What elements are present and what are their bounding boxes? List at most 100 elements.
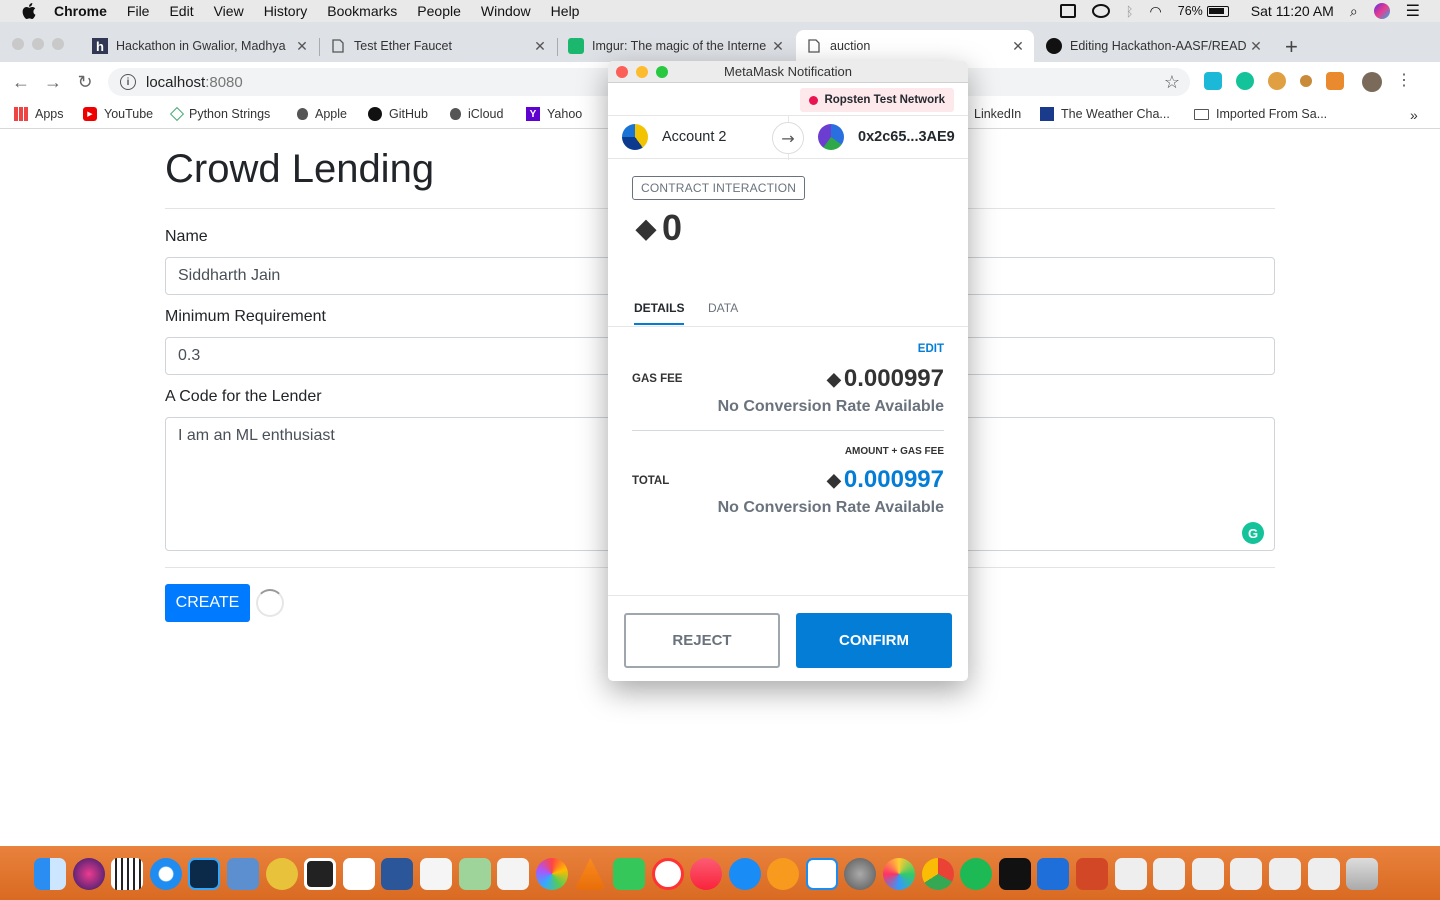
metamask-fox-icon[interactable] (1326, 72, 1344, 90)
extension-icon[interactable] (1300, 75, 1312, 87)
pinwheel-icon[interactable] (883, 858, 916, 890)
system-preferences-icon[interactable] (844, 858, 877, 890)
bookmark-weather[interactable]: The Weather Cha... (1040, 107, 1170, 121)
textedit-icon[interactable] (497, 858, 530, 890)
preview-icon[interactable] (226, 858, 259, 890)
tab-details[interactable]: DETAILS (634, 301, 685, 325)
word-icon[interactable] (381, 858, 414, 890)
document-thumbnail-icon[interactable] (1153, 858, 1186, 890)
document-thumbnail-icon[interactable] (1114, 858, 1147, 890)
close-tab-icon[interactable]: ✕ (1248, 38, 1264, 55)
bookmark-youtube[interactable]: ▶ YouTube (83, 107, 153, 121)
spotify-icon[interactable] (960, 858, 993, 890)
bookmark-yahoo[interactable]: Y Yahoo (526, 107, 582, 121)
siri-icon[interactable] (72, 858, 105, 890)
safari-icon[interactable] (149, 858, 182, 890)
tab-test-ether-faucet[interactable]: Test Ether Faucet ✕ (320, 30, 556, 62)
site-info-icon[interactable]: i (120, 74, 136, 90)
trash-icon[interactable] (1346, 858, 1379, 890)
migration-icon[interactable] (805, 858, 838, 890)
grammarly-extension-icon[interactable] (1236, 72, 1254, 90)
battery-icon[interactable] (1206, 5, 1229, 17)
notes-list-icon[interactable] (419, 858, 452, 890)
close-tab-icon[interactable]: ✕ (770, 38, 786, 55)
creative-cloud-icon[interactable] (1091, 4, 1110, 18)
app-store-icon[interactable] (728, 858, 761, 890)
document-thumbnail-icon[interactable] (1191, 858, 1224, 890)
cookie-extension-icon[interactable] (1268, 72, 1286, 90)
metamask-minimize-button[interactable] (636, 66, 648, 78)
bookmark-apps[interactable]: Apps (14, 107, 64, 121)
menu-window[interactable]: Window (481, 3, 531, 19)
terminal-icon[interactable] (998, 858, 1031, 890)
menu-history[interactable]: History (264, 3, 308, 19)
metamask-close-button[interactable] (616, 66, 628, 78)
clock[interactable]: Sat 11:20 AM (1251, 3, 1334, 19)
metamask-zoom-button[interactable] (656, 66, 668, 78)
photos-icon[interactable] (535, 858, 568, 890)
document-thumbnail-icon[interactable] (1307, 858, 1340, 890)
menu-people[interactable]: People (417, 3, 461, 19)
bookmarks-overflow-icon[interactable]: » (1410, 107, 1418, 123)
bookmark-python-strings[interactable]: Python Strings (169, 106, 270, 122)
grammarly-icon[interactable]: G (1242, 522, 1264, 544)
edit-gas-button[interactable]: EDIT (918, 343, 944, 355)
bookmark-star-icon[interactable]: ☆ (1164, 72, 1180, 93)
bluetooth-icon[interactable]: ᛒ (1126, 4, 1134, 19)
photoshop-icon[interactable] (188, 858, 221, 890)
notification-center-icon[interactable]: ☰ (1406, 1, 1420, 21)
screen-mirror-icon[interactable] (1059, 4, 1076, 18)
tab-data[interactable]: DATA (708, 301, 738, 315)
confirm-button[interactable]: CONFIRM (796, 613, 952, 668)
close-tab-icon[interactable]: ✕ (294, 38, 310, 55)
facetime-icon[interactable] (612, 858, 645, 890)
forward-arrow-icon[interactable]: → (42, 72, 64, 93)
xcode-device-icon[interactable] (304, 858, 337, 890)
menu-help[interactable]: Help (551, 3, 580, 19)
maps-icon[interactable] (458, 858, 491, 890)
network-indicator[interactable]: Ropsten Test Network (800, 88, 954, 112)
menu-bookmarks[interactable]: Bookmarks (327, 3, 397, 19)
powerpoint-icon[interactable] (1076, 858, 1109, 890)
tab-auction[interactable]: auction ✕ (796, 30, 1034, 62)
books-icon[interactable] (767, 858, 800, 890)
menu-view[interactable]: View (214, 3, 244, 19)
news-icon[interactable] (651, 858, 684, 890)
back-arrow-icon[interactable]: ← (10, 72, 32, 93)
calendar-icon[interactable] (342, 858, 375, 890)
bookmark-apple[interactable]: Apple (297, 107, 347, 121)
finder-icon[interactable] (34, 858, 66, 890)
close-tab-icon[interactable]: ✕ (532, 38, 548, 55)
tab-imgur[interactable]: Imgur: The magic of the Interne ✕ (558, 30, 794, 62)
profile-avatar[interactable] (1362, 72, 1382, 92)
close-window-button[interactable] (12, 38, 24, 50)
tab-hackathon[interactable]: h Hackathon in Gwalior, Madhya ✕ (82, 30, 318, 62)
bookmark-icloud[interactable]: iCloud (450, 107, 503, 121)
bookmark-imported[interactable]: Imported From Sa... (1194, 107, 1327, 121)
spotlight-search-icon[interactable]: ⌕ (1350, 3, 1358, 20)
apple-menu-icon[interactable] (18, 0, 40, 22)
reload-icon[interactable]: ↻ (74, 72, 96, 93)
close-tab-icon[interactable]: ✕ (1010, 38, 1026, 55)
reject-button[interactable]: REJECT (624, 613, 780, 668)
create-button[interactable]: CREATE (165, 584, 250, 622)
bookmark-github[interactable]: GitHub (368, 107, 428, 121)
menu-file[interactable]: File (127, 3, 150, 19)
chrome-menu-icon[interactable]: ⋮ (1396, 72, 1412, 90)
music-icon[interactable] (690, 858, 723, 890)
menu-edit[interactable]: Edit (169, 3, 193, 19)
xcode-icon[interactable] (1037, 858, 1070, 890)
translate-extension-icon[interactable] (1204, 72, 1222, 90)
vlc-icon[interactable] (574, 858, 607, 890)
document-thumbnail-icon[interactable] (1230, 858, 1263, 890)
menu-app-name[interactable]: Chrome (54, 3, 107, 19)
document-thumbnail-icon[interactable] (1269, 858, 1301, 890)
bookmark-linkedin[interactable]: LinkedIn (974, 107, 1021, 121)
piano-icon[interactable] (111, 858, 144, 890)
tab-github-editing[interactable]: Editing Hackathon-AASF/READ ✕ (1036, 30, 1272, 62)
zoom-window-button[interactable] (52, 38, 64, 50)
cheetah-icon[interactable] (265, 858, 298, 890)
new-tab-icon[interactable]: + (1285, 34, 1298, 60)
minimize-window-button[interactable] (32, 38, 44, 50)
wifi-icon[interactable]: ◠ (1150, 3, 1162, 20)
